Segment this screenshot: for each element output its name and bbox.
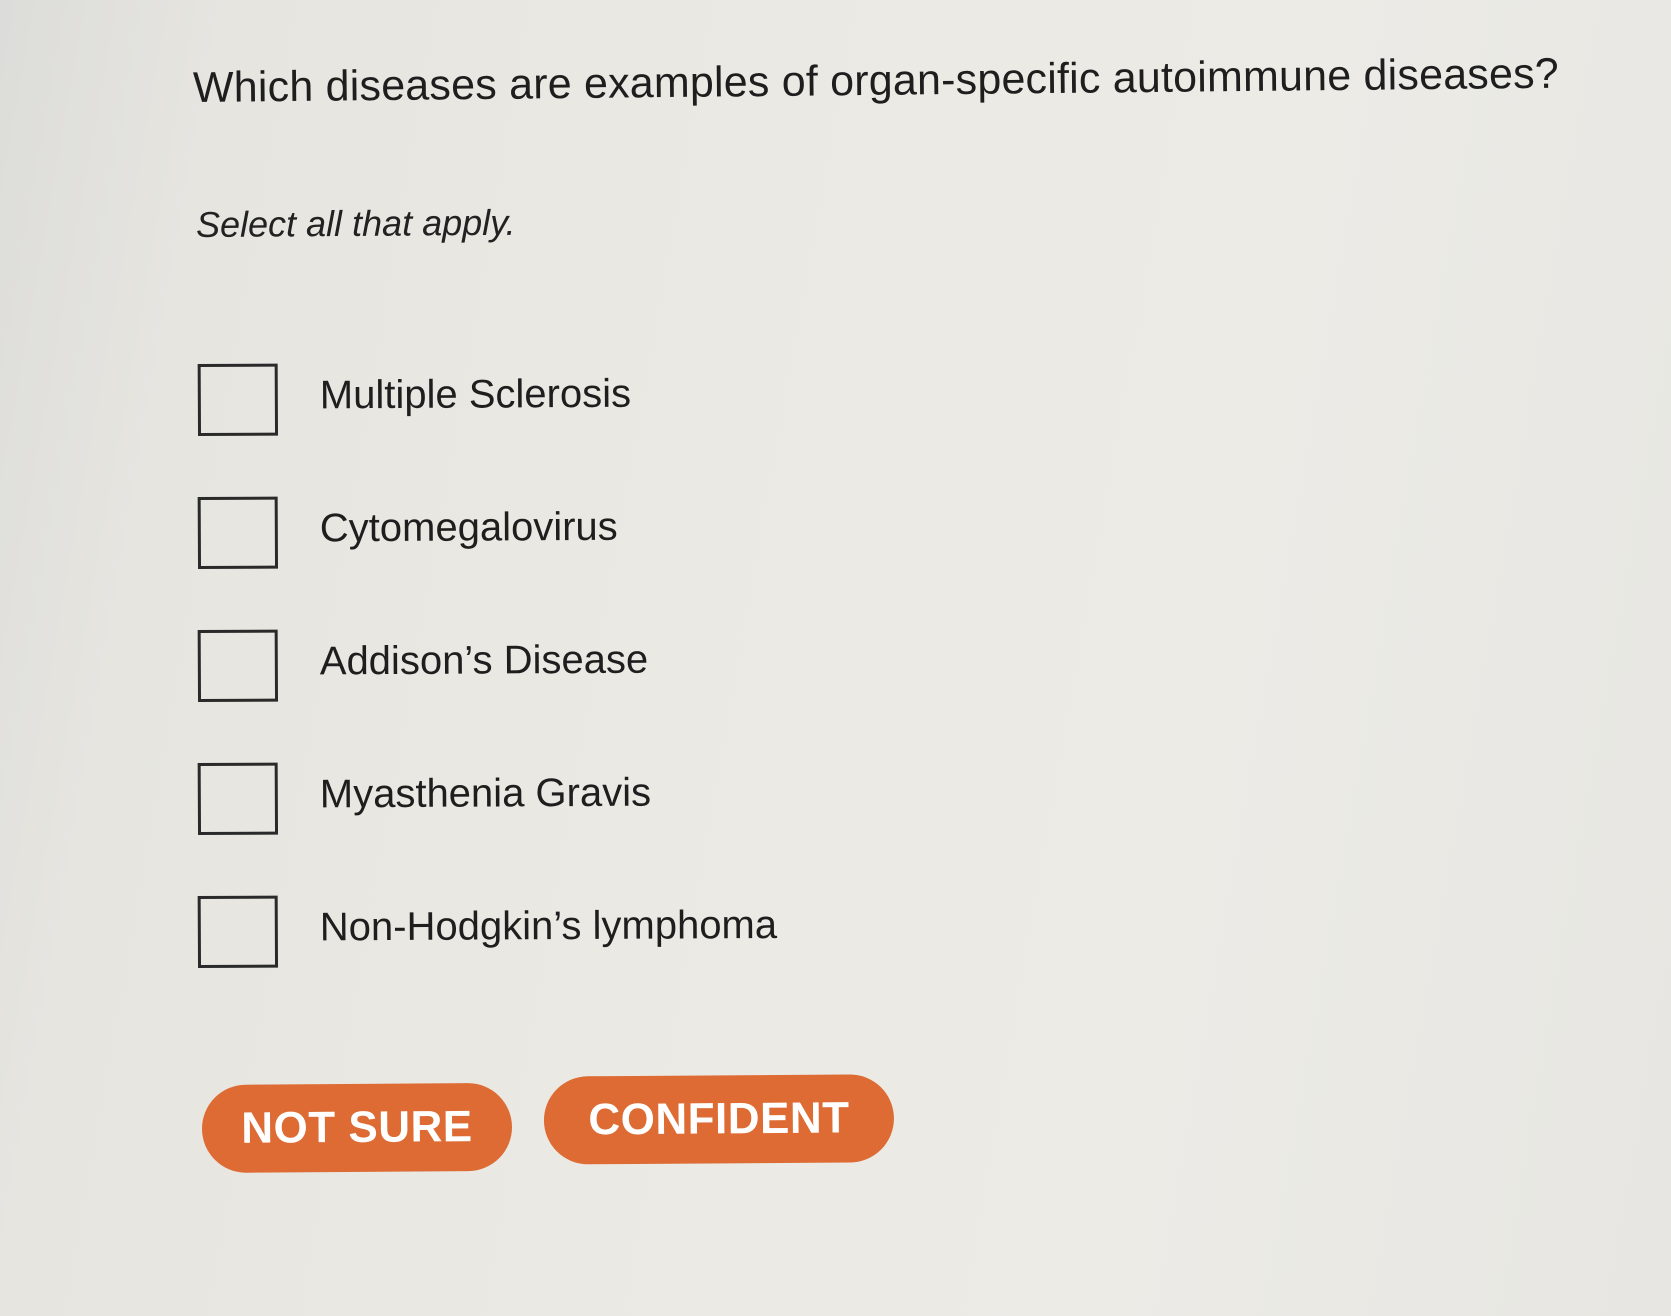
option-cytomegalovirus[interactable]: Cytomegalovirus — [197, 492, 1099, 630]
option-label: Multiple Sclerosis — [319, 371, 632, 418]
option-label: Addison’s Disease — [319, 637, 649, 684]
instruction-text: Select all that apply. — [195, 201, 516, 245]
option-label: Myasthenia Gravis — [319, 770, 652, 817]
checkbox[interactable] — [197, 895, 279, 968]
option-addisons-disease[interactable]: Addison’s Disease — [197, 625, 1099, 763]
quiz-page: Which diseases are examples of organ-spe… — [0, 0, 1671, 1316]
confidence-buttons: NOT SURE CONFIDENT — [201, 1074, 895, 1173]
option-myasthenia-gravis[interactable]: Myasthenia Gravis — [197, 758, 1099, 896]
checkbox[interactable] — [197, 363, 279, 436]
not-sure-button[interactable]: NOT SURE — [201, 1082, 513, 1173]
option-label: Non-Hodgkin’s lymphoma — [319, 902, 778, 950]
question-text: Which diseases are examples of organ-spe… — [192, 49, 1560, 112]
checkbox[interactable] — [197, 762, 279, 835]
option-label: Cytomegalovirus — [319, 504, 618, 551]
checkbox[interactable] — [197, 629, 279, 702]
checkbox[interactable] — [197, 496, 279, 569]
option-multiple-sclerosis[interactable]: Multiple Sclerosis — [197, 359, 1099, 497]
confident-button[interactable]: CONFIDENT — [543, 1074, 895, 1165]
answer-options: Multiple Sclerosis Cytomegalovirus Addis… — [197, 363, 1099, 1029]
option-non-hodgkins-lymphoma[interactable]: Non-Hodgkin’s lymphoma — [197, 891, 1099, 1029]
